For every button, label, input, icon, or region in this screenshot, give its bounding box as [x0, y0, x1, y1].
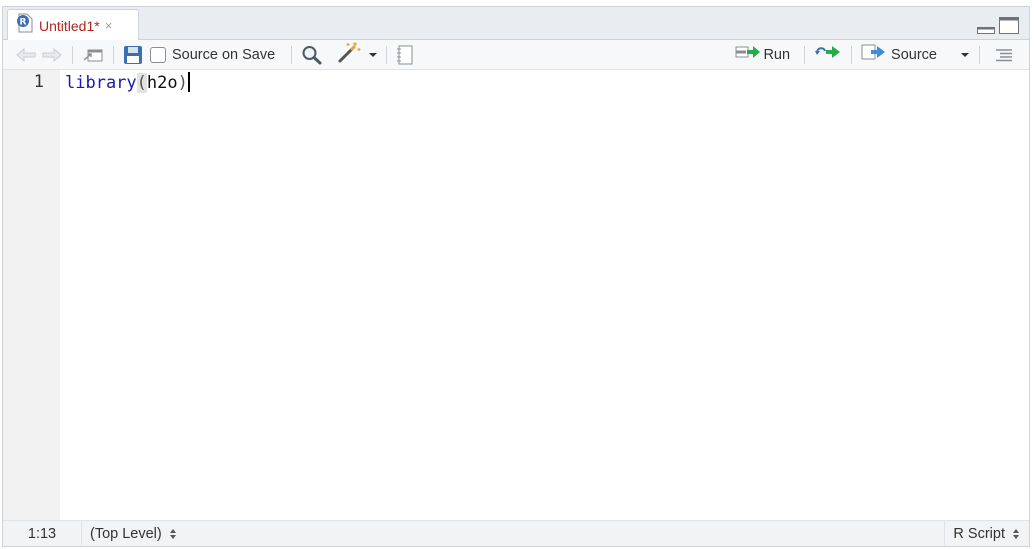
file-type-selector[interactable]: R Script [944, 521, 1029, 546]
code-editor[interactable]: library(h2o) [65, 72, 190, 94]
chevron-down-icon [369, 52, 378, 57]
code-close-paren: ) [177, 73, 188, 93]
updown-icon [169, 528, 176, 539]
source-on-save-label: Source on Save [172, 46, 276, 63]
source-options-dropdown[interactable] [955, 43, 969, 67]
toolbar-separator [804, 45, 806, 64]
toolbar-separator [113, 45, 114, 64]
search-icon[interactable] [301, 43, 323, 67]
rerun-icon [814, 44, 842, 65]
toolbar-separator [386, 45, 388, 64]
updown-icon [1013, 528, 1019, 539]
line-number-gutter: 1 [3, 70, 60, 521]
cursor-position: 1:13 [3, 521, 82, 546]
toolbar-separator [72, 45, 73, 64]
file-type-label: R Script [953, 525, 1005, 542]
run-arrow-icon [735, 44, 761, 65]
forward-arrow-icon[interactable] [41, 43, 63, 67]
minimize-icon[interactable] [977, 21, 995, 39]
maximize-icon[interactable] [999, 17, 1019, 39]
outline-icon[interactable] [995, 43, 1013, 67]
code-function: library [65, 73, 137, 93]
save-icon[interactable] [123, 43, 143, 67]
svg-text:R: R [20, 18, 27, 28]
toolbar-separator [851, 45, 853, 64]
source-arrow-icon [861, 43, 887, 66]
rerun-button[interactable] [814, 43, 842, 67]
run-label: Run [763, 46, 791, 63]
text-cursor [187, 72, 190, 92]
code-open-paren: ( [136, 73, 147, 93]
status-bar: 1:13 (Top Level) R Script [3, 520, 1029, 546]
show-in-window-icon[interactable] [82, 43, 104, 67]
scope-selector[interactable]: (Top Level) [82, 526, 176, 542]
compile-report-icon[interactable] [396, 43, 414, 67]
r-file-icon: R [16, 13, 33, 38]
source-on-save-checkbox[interactable] [150, 46, 166, 63]
magic-wand-icon [337, 41, 363, 68]
editor-toolbar: Source on Save Run Source [3, 40, 1029, 70]
source-on-save-toggle[interactable]: Source on Save [150, 43, 275, 67]
scope-label: (Top Level) [90, 525, 162, 542]
source-editor-pane: R Untitled1* × Source on Save Run Source… [2, 6, 1030, 547]
code-argument: h2o [146, 73, 178, 93]
source-button[interactable]: Source [861, 43, 937, 67]
editor-tab-untitled1[interactable]: R Untitled1* × [7, 9, 139, 41]
toolbar-separator [291, 45, 293, 64]
tab-close-icon[interactable]: × [105, 18, 113, 33]
run-button[interactable]: Run [735, 43, 790, 67]
back-arrow-icon[interactable] [15, 43, 37, 67]
tab-title: Untitled1* [39, 17, 100, 34]
window-controls [977, 17, 1019, 39]
chevron-down-icon [961, 52, 969, 57]
source-label: Source [891, 46, 937, 63]
tab-strip: R Untitled1* × [3, 7, 1029, 41]
line-number: 1 [33, 72, 44, 92]
code-tools-menu[interactable] [337, 41, 378, 68]
toolbar-separator [979, 45, 980, 64]
